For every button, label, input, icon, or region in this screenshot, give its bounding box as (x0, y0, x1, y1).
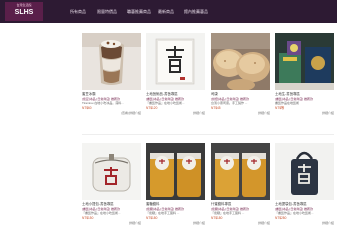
product-image-calligraphy-book[interactable] (146, 33, 205, 90)
row-divider (82, 134, 334, 135)
product-title[interactable]: 土地小提包-書藝專區 (82, 202, 114, 206)
product-image-coin-purse[interactable] (82, 143, 141, 200)
product-detail-link[interactable]: 詳細介紹 (193, 221, 205, 225)
product-title[interactable]: 土地生-書藝專區 (275, 92, 300, 96)
product-image-tote-bag[interactable] (275, 143, 334, 200)
top-navigation-bar: 台灣生活館 SLHS 所有商品 限量特價品 職藝推薦商品 最新商品 館內推薦藝品 (0, 0, 337, 23)
product-detail-link[interactable]: 詳細介紹 (322, 221, 334, 225)
product-price: NT$等 (275, 106, 285, 110)
product-image-shaved-ice[interactable] (82, 33, 141, 90)
product-image-honey-sauce[interactable] (211, 143, 270, 200)
product-description: 『蜜糖』在地手工醬料 ... (146, 211, 180, 215)
product-title[interactable]: 土地藝術品-書藝專區 (146, 92, 178, 96)
nav-item-recommended[interactable]: 職藝推薦商品 (127, 0, 151, 23)
logo-tagline: 台灣生活館 (16, 3, 32, 7)
product-price: NT$150 (82, 216, 94, 220)
product-image-scones[interactable] (211, 33, 270, 90)
product-detail-link[interactable]: 詳細介紹 (129, 221, 141, 225)
product-title[interactable]: 什蜜醬料專區 (211, 202, 231, 206)
nav-item-featured-art[interactable]: 館內推薦藝品 (184, 0, 208, 23)
product-price: NT$180 (211, 216, 223, 220)
product-title[interactable]: 蜜糖醬料 (146, 202, 160, 206)
product-detail-link[interactable]: 詳細介紹 (258, 221, 270, 225)
nav-item-new-products[interactable]: 最新商品 (158, 0, 174, 23)
product-price: NT$280 (275, 216, 287, 220)
product-price: NT$180 (146, 216, 158, 220)
product-title[interactable]: 蜜豆冰霸 (82, 92, 96, 96)
nav-item-limited-sale[interactable]: 限量特價品 (97, 0, 117, 23)
product-description: 『蜜糖』在地手工醬料 ... (211, 211, 245, 215)
product-detail-link[interactable]: 詳細介紹 (258, 111, 270, 115)
product-description: 『書藝作品』在地小吃藝術... (146, 101, 185, 105)
product-description: Tiramisu 在地小吃冰品。滿料... (82, 101, 124, 105)
product-image-honey-jars[interactable] (146, 143, 205, 200)
nav-item-all-products[interactable]: 所有商品 (70, 0, 86, 23)
product-description: 書藝作品在地藝術 (275, 101, 300, 105)
product-price: NT$120 (146, 106, 158, 110)
product-price: NT$45 (211, 106, 221, 110)
product-description: 台灣小麥司康。手工製作 ... (211, 101, 248, 105)
product-detail-link[interactable]: 詳細介紹 (193, 111, 205, 115)
product-description: 『書藝作品』在地小吃藝術... (275, 211, 314, 215)
product-detail-link[interactable]: 詳細介紹 (322, 111, 334, 115)
logo-text: SLHS (14, 9, 34, 16)
site-logo[interactable]: 台灣生活館 SLHS (5, 2, 43, 21)
product-detail-link[interactable]: (查看)詳細介紹 (121, 111, 141, 115)
product-title[interactable]: 司康 (211, 92, 218, 96)
product-price: NT$60 (82, 106, 92, 110)
product-title[interactable]: 土地提袋包-書藝專區 (275, 202, 307, 206)
product-description: 『書藝作品』在地小吃藝術... (82, 211, 121, 215)
product-image-art-bags[interactable] (275, 33, 334, 90)
